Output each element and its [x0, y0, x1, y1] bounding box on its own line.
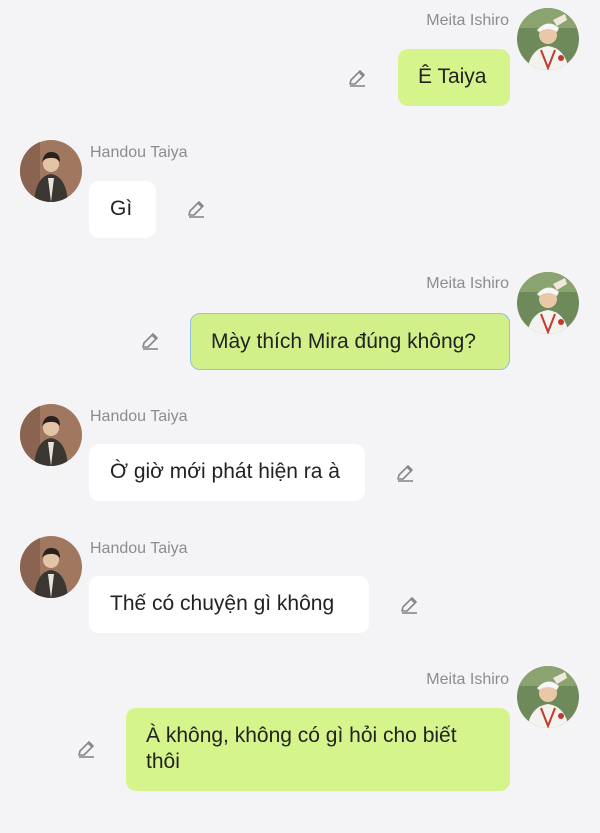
message-text: À không, không có gì hỏi cho biết thôi	[146, 724, 457, 773]
message-row: Handou Taiya Gì	[0, 130, 600, 250]
edit-icon[interactable]	[185, 198, 207, 220]
sender-name: Meita Ishiro	[426, 671, 509, 688]
message-row: Meita Ishiro À không, không có gì hỏi ch…	[0, 660, 600, 833]
edit-icon[interactable]	[75, 738, 97, 760]
sender-name: Meita Ishiro	[426, 12, 509, 29]
edit-icon[interactable]	[346, 67, 368, 89]
message-text: Mày thích Mira đúng không?	[211, 330, 476, 353]
avatar-meita-ishiro[interactable]	[517, 272, 579, 334]
edit-icon[interactable]	[398, 594, 420, 616]
avatar-handou-taiya[interactable]	[20, 404, 82, 466]
message-row: Meita Ishiro Mày thích Mira đúng không?	[0, 262, 600, 382]
message-text: Gì	[110, 197, 133, 220]
sender-name: Handou Taiya	[90, 540, 188, 557]
sender-name: Meita Ishiro	[426, 275, 509, 292]
message-text: Ờ giờ mới phát hiện ra à	[110, 460, 340, 483]
sender-name: Handou Taiya	[90, 408, 188, 425]
message-text: Thế có chuyện gì không	[110, 592, 335, 615]
edit-icon[interactable]	[394, 462, 416, 484]
edit-icon[interactable]	[139, 330, 161, 352]
sender-name: Handou Taiya	[90, 144, 188, 161]
message-bubble[interactable]: Gì	[89, 181, 156, 238]
message-bubble[interactable]: Ê Taiya	[398, 49, 510, 106]
avatar-handou-taiya[interactable]	[20, 536, 82, 598]
message-row: Handou Taiya Ờ giờ mới phát hiện ra à	[0, 395, 600, 515]
avatar-handou-taiya[interactable]	[20, 140, 82, 202]
message-text: Ê Taiya	[418, 65, 487, 88]
message-row: Meita Ishiro Ê Taiya	[0, 0, 600, 120]
message-bubble[interactable]: À không, không có gì hỏi cho biết thôi	[126, 708, 510, 791]
avatar-meita-ishiro[interactable]	[517, 666, 579, 728]
avatar-meita-ishiro[interactable]	[517, 8, 579, 70]
message-bubble[interactable]: Ờ giờ mới phát hiện ra à	[89, 444, 365, 501]
message-bubble[interactable]: Thế có chuyện gì không	[89, 576, 369, 633]
message-bubble[interactable]: Mày thích Mira đúng không?	[190, 313, 510, 370]
message-row: Handou Taiya Thế có chuyện gì không	[0, 527, 600, 647]
